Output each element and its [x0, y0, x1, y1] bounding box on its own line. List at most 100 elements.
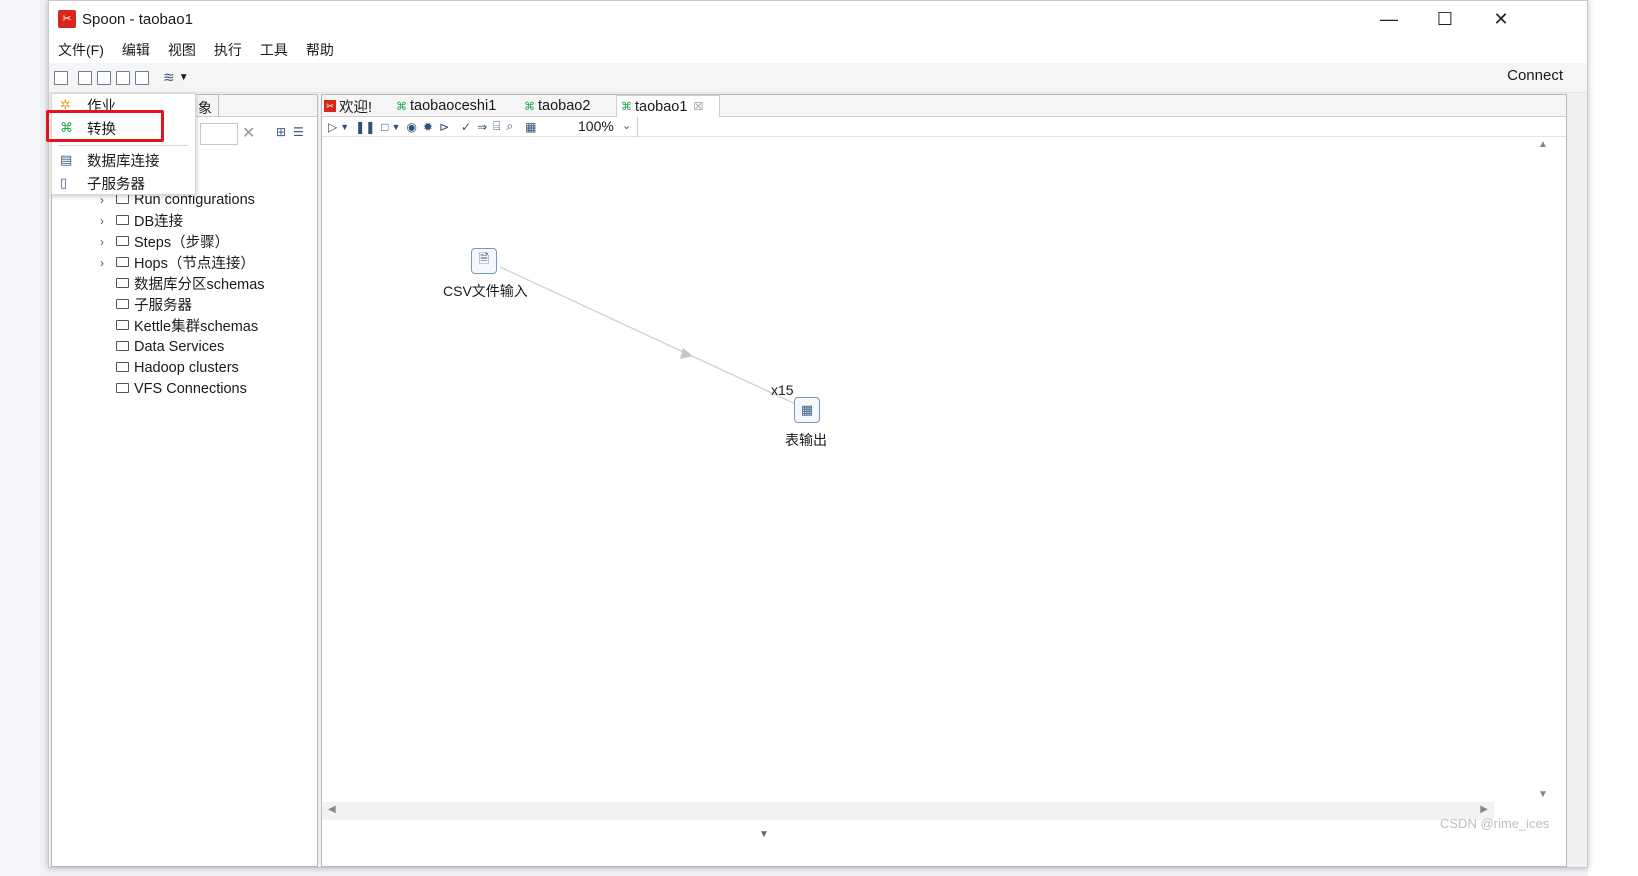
database-icon: ▤	[60, 152, 73, 167]
folder-icon	[116, 215, 129, 225]
run-icon[interactable]: ▷	[328, 120, 337, 134]
tree-item-label: Steps（步骤）	[134, 235, 230, 251]
tree-item[interactable]: 子服务器	[52, 294, 317, 315]
editor-panel: ✂ 欢迎! ⌘ taobaoceshi1 ⌘ taobao2 ⌘ taobao1…	[321, 94, 1567, 867]
tree-item-label: 数据库分区schemas	[134, 277, 265, 293]
chevron-right-icon[interactable]: ›	[100, 214, 104, 228]
verify-icon[interactable]: ✓	[461, 120, 471, 134]
tab-taobaoceshi1[interactable]: ⌘ taobaoceshi1	[396, 95, 496, 117]
folder-icon	[116, 236, 129, 246]
replay-icon[interactable]: ⊳	[439, 120, 449, 134]
tab-welcome[interactable]: ✂ 欢迎!	[324, 95, 372, 117]
menu-file[interactable]: 文件(F)	[49, 40, 113, 60]
clear-search-icon[interactable]: ✕	[242, 123, 255, 143]
save-as-icon[interactable]	[135, 70, 149, 85]
close-button[interactable]: ✕	[1473, 1, 1529, 37]
pause-icon[interactable]: ❚❚	[355, 120, 375, 134]
menu-item-slave-server[interactable]: ▯ 子服务器	[52, 172, 195, 194]
tab-label: taobao2	[538, 98, 591, 114]
server-icon: ▯	[60, 175, 68, 190]
menu-edit[interactable]: 编辑	[113, 40, 159, 60]
scroll-left-icon[interactable]: ◀	[328, 804, 336, 815]
stop-icon[interactable]: □	[381, 120, 388, 134]
tree-item[interactable]: Hadoop clusters	[52, 357, 317, 378]
toolbar-divider	[637, 117, 638, 137]
debug-icon[interactable]: ✹	[423, 120, 433, 134]
menu-bar: 文件(F) 编辑 视图 执行 工具 帮助	[49, 37, 1587, 63]
csv-input-icon[interactable]: 🗎	[471, 248, 497, 274]
folder-icon	[116, 278, 129, 288]
desktop-left	[0, 0, 40, 876]
menu-item-label: 子服务器	[87, 176, 145, 193]
minimize-button[interactable]: —	[1361, 1, 1417, 37]
hop-line[interactable]	[499, 266, 803, 408]
vertical-scrollbar[interactable]: ▲ ▼	[1536, 137, 1552, 802]
highlight-box	[46, 110, 164, 142]
tree-item[interactable]: Data Services	[52, 336, 317, 357]
title-bar: ✂ Spoon - taobao1 — ☐ ✕	[49, 1, 1587, 37]
tree-item-label: Hadoop clusters	[134, 359, 239, 376]
menu-view[interactable]: 视图	[159, 40, 205, 60]
transformation-icon: ⌘	[396, 100, 407, 113]
collapse-tree-icon[interactable]: ☰	[293, 125, 304, 139]
folder-icon	[116, 362, 129, 372]
hop-copies-label: x15	[771, 382, 794, 398]
stop-options-chevron-icon[interactable]: ▼	[392, 122, 401, 132]
impact-icon[interactable]: ⇒	[477, 120, 487, 134]
tree-item[interactable]: 数据库分区schemas	[52, 273, 317, 294]
menu-tools[interactable]: 工具	[251, 40, 297, 60]
sql-icon[interactable]: ⌸	[493, 119, 500, 134]
tree-item[interactable]: › Steps（步骤）	[52, 231, 317, 252]
run-options-chevron-icon[interactable]: ▼	[340, 122, 349, 132]
tab-label: 欢迎!	[339, 99, 373, 116]
folder-icon	[116, 383, 129, 393]
tree-item-label: 子服务器	[134, 298, 192, 314]
expand-tree-icon[interactable]: ⊞	[276, 125, 286, 139]
tree-item[interactable]: VFS Connections	[52, 378, 317, 399]
scroll-right-icon[interactable]: ▶	[1480, 804, 1488, 815]
panel-toggle-icon[interactable]: ▼	[759, 829, 769, 840]
menu-help[interactable]: 帮助	[297, 40, 343, 60]
tab-core-objects[interactable]: 象	[198, 98, 212, 118]
preview-icon[interactable]: ◉	[406, 120, 416, 134]
show-results-icon[interactable]: ▦	[525, 120, 536, 134]
zoom-select[interactable]: 100%	[578, 118, 614, 134]
left-panel: 象 ✕ ⊞ ☰ › Run configurations › DB连接 › Steps…	[51, 94, 318, 867]
close-tab-icon[interactable]: ☒	[693, 100, 703, 113]
tree-item-label: DB连接	[134, 214, 184, 230]
save-icon[interactable]	[116, 70, 130, 85]
tab-taobao1[interactable]: ⌘ taobao1 ☒	[616, 95, 721, 117]
folder-icon	[116, 341, 129, 351]
menu-divider	[58, 145, 188, 146]
menu-item-database-connection[interactable]: ▤ 数据库连接	[52, 149, 195, 171]
tree-item[interactable]: › Hops（节点连接）	[52, 252, 317, 273]
open-file-icon[interactable]	[78, 70, 92, 85]
tree-item[interactable]: Kettle集群schemas	[52, 315, 317, 336]
new-file-icon[interactable]	[54, 70, 68, 85]
layers-icon[interactable]: ≋	[163, 69, 175, 86]
table-output-icon[interactable]: ▦	[794, 397, 820, 423]
horizontal-scrollbar[interactable]: ◀ ▶	[322, 802, 1494, 820]
explore-db-icon[interactable]: ⌕	[506, 119, 513, 134]
hop-arrow-icon	[680, 348, 693, 359]
chevron-right-icon[interactable]: ›	[100, 256, 104, 270]
transformation-icon: ⌘	[524, 100, 535, 113]
maximize-button[interactable]: ☐	[1417, 1, 1473, 37]
menu-run[interactable]: 执行	[205, 40, 251, 60]
tree-item-label: Kettle集群schemas	[134, 319, 259, 335]
transformation-canvas[interactable]: 🗎 CSV文件输入 x15 ▦ 表输出	[322, 137, 1494, 802]
explore-repository-icon[interactable]	[97, 70, 111, 85]
scroll-up-icon[interactable]: ▲	[1538, 139, 1548, 150]
tree-item[interactable]: › DB连接	[52, 210, 317, 231]
watermark: CSDN @rime_ices	[1440, 816, 1550, 831]
search-input[interactable]	[200, 123, 238, 145]
scroll-down-icon[interactable]: ▼	[1538, 789, 1548, 800]
tab-taobao2[interactable]: ⌘ taobao2	[524, 95, 590, 117]
folder-icon	[116, 320, 129, 330]
tree-item-label: Data Services	[134, 338, 225, 355]
step-label: CSV文件输入	[443, 283, 528, 299]
chevron-down-icon[interactable]: ⌄	[622, 119, 631, 132]
chevron-down-icon[interactable]: ▼	[179, 72, 189, 83]
connect-button[interactable]: Connect	[1507, 67, 1563, 84]
chevron-right-icon[interactable]: ›	[100, 235, 104, 249]
